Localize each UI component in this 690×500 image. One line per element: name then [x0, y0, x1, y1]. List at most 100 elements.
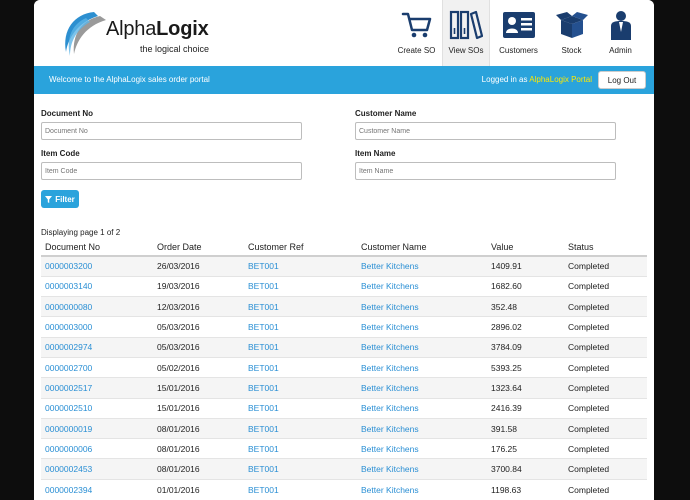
- filter-button-label: Filter: [55, 194, 75, 204]
- table-row[interactable]: 0000002453 08/01/2016 BET001 Better Kitchen…: [41, 458, 647, 480]
- status-cell: Completed: [564, 316, 647, 338]
- col-header-value[interactable]: Value: [487, 238, 564, 257]
- customer-name-input[interactable]: [355, 122, 616, 140]
- customer-name-cell[interactable]: Better Kitchens: [357, 478, 487, 500]
- logout-button[interactable]: Log Out: [598, 71, 646, 89]
- nav-stock-label: Stock: [561, 46, 582, 55]
- order-date-cell: 05/02/2016: [153, 356, 244, 378]
- nav-customers[interactable]: Customers: [490, 0, 546, 66]
- customer-ref-cell[interactable]: BET001: [244, 296, 357, 317]
- customer-ref-cell[interactable]: BET001: [244, 438, 357, 459]
- customer-name-cell[interactable]: Better Kitchens: [357, 397, 487, 419]
- order-date-cell: 26/03/2016: [153, 255, 244, 277]
- status-cell: Completed: [564, 377, 647, 399]
- table-row[interactable]: 0000000080 12/03/2016 BET001 Better Kitchen…: [41, 296, 647, 317]
- customer-name-cell[interactable]: Better Kitchens: [357, 438, 487, 459]
- status-cell: Completed: [564, 397, 647, 419]
- customer-ref-cell[interactable]: BET001: [244, 316, 357, 338]
- status-cell: Completed: [564, 417, 647, 439]
- table-header-row: Document No Order Date Customer Ref Cust…: [41, 238, 647, 257]
- logged-in-user[interactable]: AlphaLogix Portal: [529, 75, 592, 84]
- customer-ref-cell[interactable]: BET001: [244, 377, 357, 399]
- document-no-cell[interactable]: 0000003200: [41, 255, 153, 277]
- customer-name-cell[interactable]: Better Kitchens: [357, 417, 487, 439]
- status-cell: Completed: [564, 336, 647, 358]
- order-date-cell: 05/03/2016: [153, 336, 244, 358]
- status-cell: Completed: [564, 438, 647, 459]
- customer-ref-cell[interactable]: BET001: [244, 478, 357, 500]
- status-cell: Completed: [564, 458, 647, 480]
- customer-name-cell[interactable]: Better Kitchens: [357, 356, 487, 378]
- table-row[interactable]: 0000000006 08/01/2016 BET001 Better Kitchen…: [41, 438, 647, 459]
- tablet-frame: AlphaLogix the logical choice Create SO: [0, 0, 690, 500]
- customer-name-cell[interactable]: Better Kitchens: [357, 296, 487, 317]
- document-no-cell[interactable]: 0000002394: [41, 478, 153, 500]
- customer-ref-cell[interactable]: BET001: [244, 336, 357, 358]
- order-date-cell: 05/03/2016: [153, 316, 244, 338]
- item-name-label: Item Name: [355, 149, 396, 158]
- nav-create-so[interactable]: Create SO: [390, 0, 442, 66]
- table-row[interactable]: 0000000019 08/01/2016 BET001 Better Kitchen…: [41, 417, 647, 439]
- logged-in-prefix: Logged in as: [481, 75, 528, 84]
- customer-ref-cell[interactable]: BET001: [244, 397, 357, 419]
- item-code-label: Item Code: [41, 149, 80, 158]
- item-name-input[interactable]: [355, 162, 616, 180]
- customer-name-cell[interactable]: Better Kitchens: [357, 316, 487, 338]
- customer-ref-cell[interactable]: BET001: [244, 255, 357, 277]
- nav-admin[interactable]: Admin: [596, 0, 644, 66]
- customer-name-cell[interactable]: Better Kitchens: [357, 275, 487, 297]
- order-date-cell: 01/01/2016: [153, 478, 244, 500]
- customer-ref-cell[interactable]: BET001: [244, 417, 357, 439]
- customer-name-cell[interactable]: Better Kitchens: [357, 377, 487, 399]
- tablet-bezel-right: [654, 0, 690, 500]
- customer-name-cell[interactable]: Better Kitchens: [357, 458, 487, 480]
- document-no-cell[interactable]: 0000000080: [41, 296, 153, 317]
- document-no-cell[interactable]: 0000002700: [41, 356, 153, 378]
- welcome-text: Welcome to the AlphaLogix sales order po…: [49, 75, 210, 84]
- col-header-status[interactable]: Status: [564, 238, 647, 257]
- document-no-cell[interactable]: 0000000019: [41, 417, 153, 439]
- item-code-input[interactable]: [41, 162, 302, 180]
- col-header-document-no[interactable]: Document No: [41, 238, 153, 257]
- table-row[interactable]: 0000002974 05/03/2016 BET001 Better Kitchen…: [41, 336, 647, 358]
- tablet-bezel-left: [0, 0, 34, 500]
- document-no-cell[interactable]: 0000003140: [41, 275, 153, 297]
- document-no-input[interactable]: [41, 122, 302, 140]
- col-header-order-date[interactable]: Order Date: [153, 238, 244, 257]
- order-date-cell: 12/03/2016: [153, 296, 244, 317]
- table-row[interactable]: 0000003140 19/03/2016 BET001 Better Kitchen…: [41, 275, 647, 297]
- filter-button[interactable]: Filter: [41, 190, 79, 208]
- table-row[interactable]: 0000003200 26/03/2016 BET001 Better Kitchen…: [41, 255, 647, 277]
- value-cell: 3700.84: [487, 458, 564, 480]
- document-no-cell[interactable]: 0000002517: [41, 377, 153, 399]
- paging-info: Displaying page 1 of 2: [41, 228, 121, 237]
- document-no-cell[interactable]: 0000003000: [41, 316, 153, 338]
- welcome-banner: Welcome to the AlphaLogix sales order po…: [34, 66, 654, 94]
- customer-ref-cell[interactable]: BET001: [244, 458, 357, 480]
- document-no-cell[interactable]: 0000002510: [41, 397, 153, 419]
- table-row[interactable]: 0000002510 15/01/2016 BET001 Better Kitchen…: [41, 397, 647, 419]
- table-row[interactable]: 0000002517 15/01/2016 BET001 Better Kitchen…: [41, 377, 647, 399]
- brand-logo[interactable]: AlphaLogix the logical choice: [56, 8, 226, 60]
- brand-title-bold: Logix: [156, 18, 209, 40]
- col-header-customer-ref[interactable]: Customer Ref: [244, 238, 357, 257]
- customer-ref-cell[interactable]: BET001: [244, 356, 357, 378]
- table-row[interactable]: 0000002700 05/02/2016 BET001 Better Kitchen…: [41, 356, 647, 378]
- customer-name-cell[interactable]: Better Kitchens: [357, 255, 487, 277]
- app-header: AlphaLogix the logical choice Create SO: [34, 0, 654, 66]
- document-no-cell[interactable]: 0000000006: [41, 438, 153, 459]
- customer-name-cell[interactable]: Better Kitchens: [357, 336, 487, 358]
- document-no-cell[interactable]: 0000002974: [41, 336, 153, 358]
- col-header-customer-name[interactable]: Customer Name: [357, 238, 487, 257]
- table-row[interactable]: 0000003000 05/03/2016 BET001 Better Kitchen…: [41, 316, 647, 338]
- binders-icon: [449, 10, 483, 40]
- order-date-cell: 08/01/2016: [153, 417, 244, 439]
- nav-stock[interactable]: Stock: [546, 0, 596, 66]
- nav-view-sos[interactable]: View SOs: [442, 0, 490, 66]
- table-row[interactable]: 0000002394 01/01/2016 BET001 Better Kitchen…: [41, 478, 647, 500]
- customer-ref-cell[interactable]: BET001: [244, 275, 357, 297]
- document-no-cell[interactable]: 0000002453: [41, 458, 153, 480]
- value-cell: 5393.25: [487, 356, 564, 378]
- value-cell: 1409.91: [487, 255, 564, 277]
- document-no-label: Document No: [41, 109, 93, 118]
